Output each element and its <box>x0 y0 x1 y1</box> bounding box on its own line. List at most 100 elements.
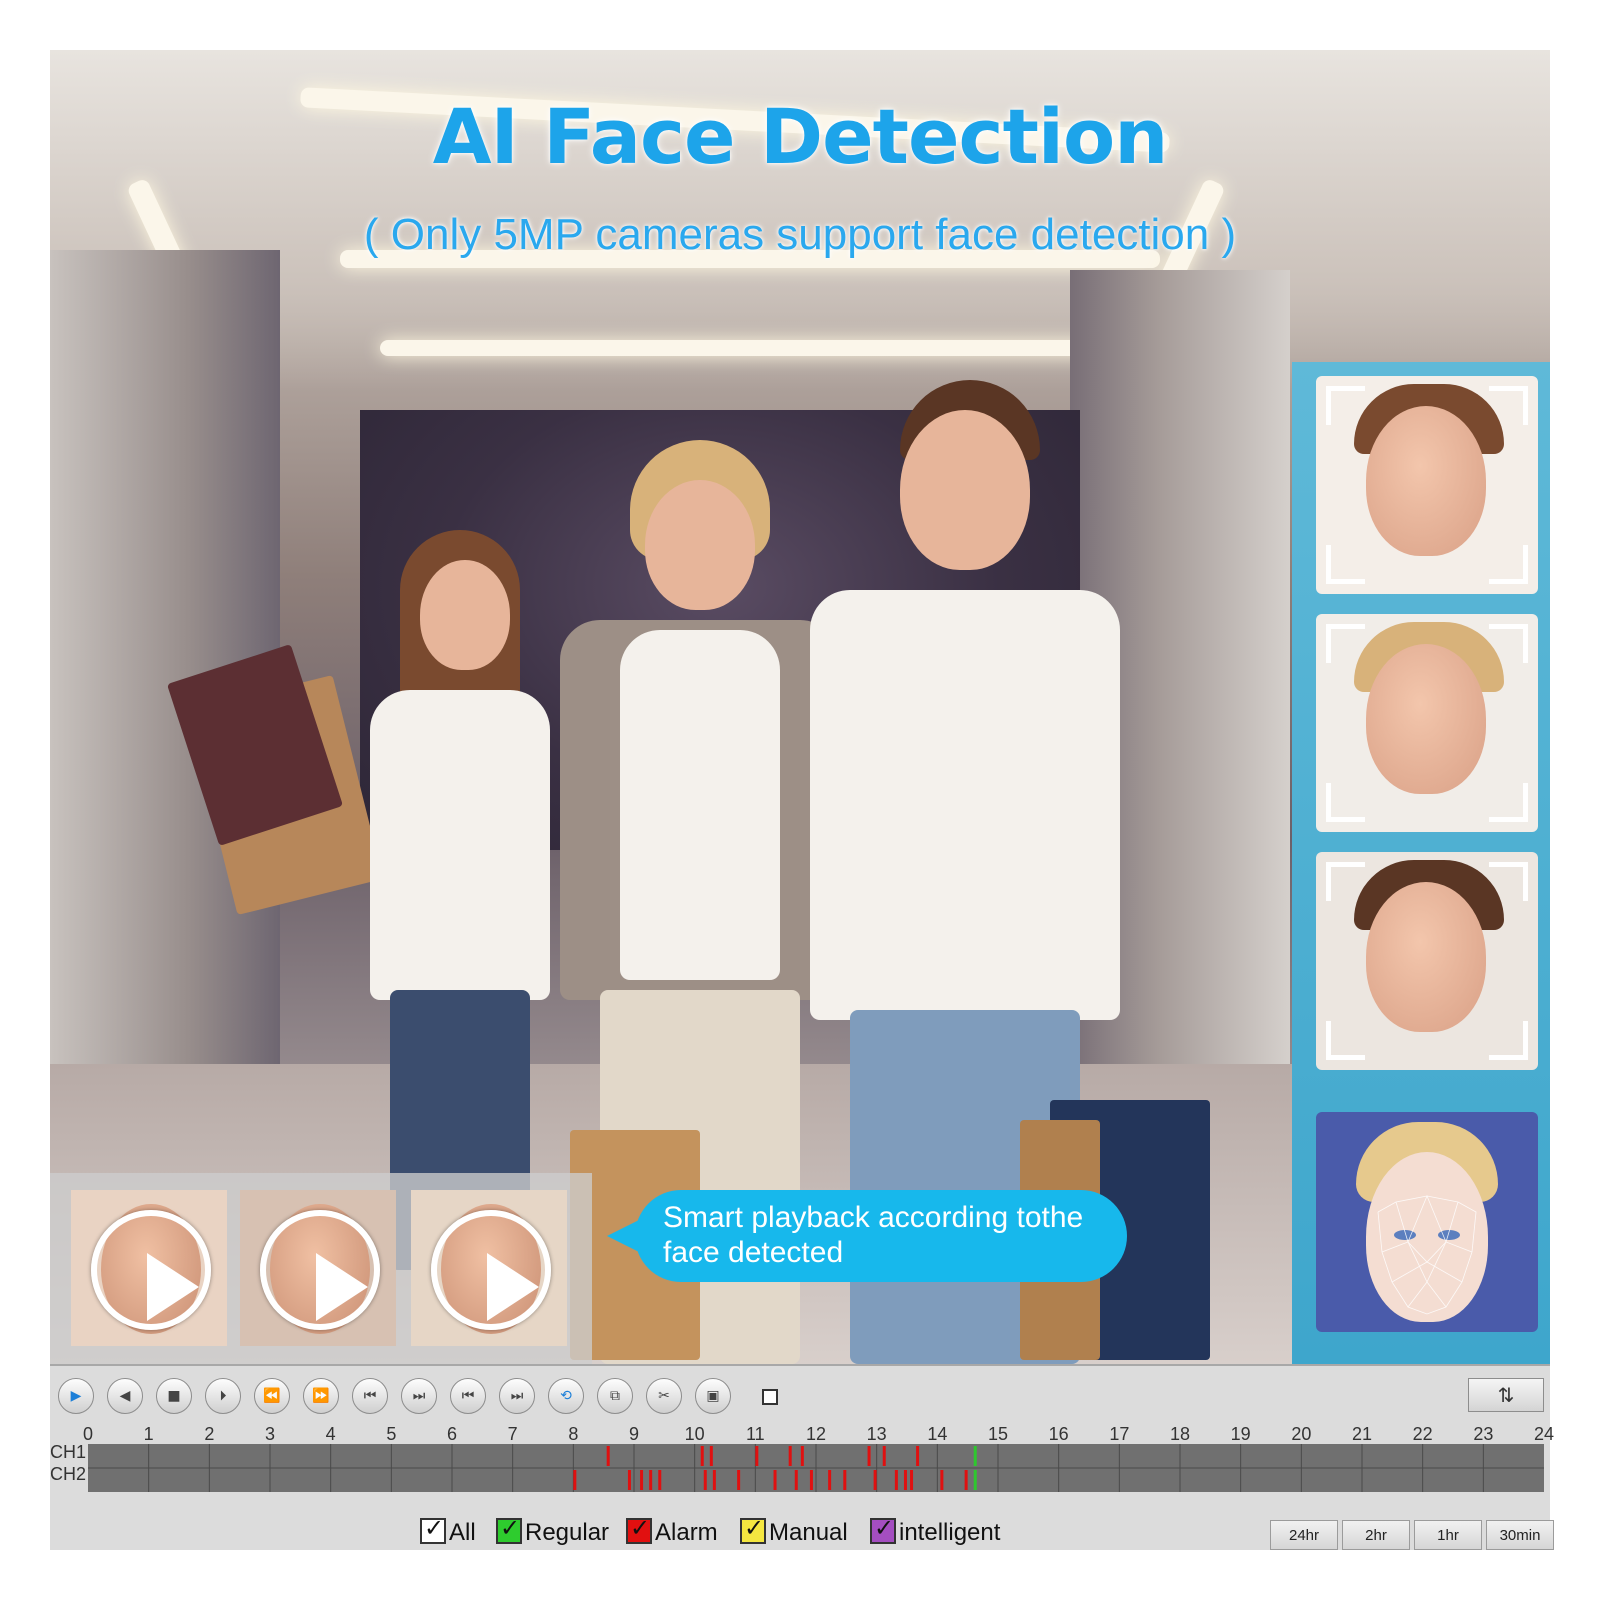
recording-timeline[interactable] <box>88 1444 1544 1492</box>
skip-forward-icon: ⏭ <box>510 1388 524 1404</box>
legend-all[interactable]: All <box>420 1514 476 1547</box>
hour-tick-label: 1 <box>143 1424 154 1444</box>
record-event-alarm <box>712 1470 716 1490</box>
checkbox-icon[interactable] <box>626 1514 652 1544</box>
frame-back-icon: ⏮ <box>363 1388 377 1404</box>
focus-corner-icon <box>1489 545 1528 584</box>
thumbnail-woman-clip[interactable] <box>411 1190 567 1346</box>
fast-forward-button[interactable]: ⏩ <box>303 1378 339 1414</box>
copy-icon: ⧉ <box>610 1388 620 1404</box>
checkbox-icon[interactable] <box>496 1514 522 1544</box>
reverse-play-icon: ◀ <box>119 1388 131 1404</box>
hour-tick-label: 17 <box>1109 1424 1130 1444</box>
focus-corner-icon <box>1489 1021 1528 1060</box>
zoom-2hr-button[interactable]: 2hr <box>1342 1520 1410 1550</box>
page-subtitle: ( Only 5MP cameras support face detectio… <box>363 210 1237 259</box>
record-event-alarm <box>700 1446 704 1466</box>
zoom-30min-button[interactable]: 30min <box>1486 1520 1554 1550</box>
record-event-alarm <box>800 1446 804 1466</box>
record-event-regular <box>973 1470 977 1490</box>
play-icon[interactable] <box>260 1210 380 1330</box>
record-event-alarm <box>867 1446 871 1466</box>
hour-tick-label: 12 <box>805 1424 827 1444</box>
record-event-alarm <box>809 1470 813 1490</box>
pause-step-icon: ⏵ <box>219 1388 227 1404</box>
hour-tick-label: 23 <box>1473 1424 1494 1444</box>
record-event-alarm <box>640 1470 644 1490</box>
record-event-alarm <box>773 1470 777 1490</box>
focus-corner-icon <box>1326 783 1365 822</box>
record-event-alarm <box>755 1446 759 1466</box>
record-event-alarm <box>873 1470 877 1490</box>
hour-tick-label: 11 <box>745 1424 765 1444</box>
record-event-alarm <box>627 1470 631 1490</box>
thumbnail-girl-clip[interactable] <box>71 1190 227 1346</box>
legend-label: Manual <box>769 1519 848 1546</box>
detected-face-woman[interactable] <box>1316 614 1538 832</box>
record-event-regular <box>973 1446 977 1466</box>
face-mesh-icon <box>1377 1194 1477 1315</box>
focus-corner-icon <box>1326 862 1365 901</box>
record-event-alarm <box>794 1470 798 1490</box>
frame-forward-icon: ⏭ <box>412 1388 426 1404</box>
record-event-alarm <box>894 1470 898 1490</box>
checkbox-icon[interactable] <box>870 1514 896 1544</box>
frame-back-button[interactable]: ⏮ <box>352 1378 388 1414</box>
focus-corner-icon <box>1489 862 1528 901</box>
skip-forward-button[interactable]: ⏭ <box>499 1378 535 1414</box>
record-event-alarm <box>843 1470 847 1490</box>
detected-face-man[interactable] <box>1316 852 1538 1070</box>
hour-tick-label: 7 <box>507 1424 518 1444</box>
stop-button[interactable]: ■ <box>156 1378 192 1414</box>
hour-tick-label: 8 <box>568 1424 579 1444</box>
record-event-alarm <box>788 1446 792 1466</box>
record-event-alarm <box>658 1470 662 1490</box>
legend-manual[interactable]: Manual <box>740 1514 848 1547</box>
stop-icon: ■ <box>167 1388 181 1404</box>
rewind-icon: ⏪ <box>263 1388 281 1404</box>
play-button[interactable]: ▶ <box>58 1378 94 1414</box>
face-mesh-illustration <box>1316 1112 1538 1332</box>
play-icon[interactable] <box>431 1210 551 1330</box>
checkbox-icon[interactable] <box>420 1514 446 1544</box>
legend-intelligent[interactable]: intelligent <box>870 1514 1000 1547</box>
clip-cut-button[interactable]: ✂ <box>646 1378 682 1414</box>
detected-face-girl[interactable] <box>1316 376 1538 594</box>
record-event-alarm <box>737 1470 741 1490</box>
checkbox-icon[interactable] <box>740 1514 766 1544</box>
focus-corner-icon <box>1326 1021 1365 1060</box>
legend-alarm[interactable]: Alarm <box>626 1514 718 1547</box>
legend-regular[interactable]: Regular <box>496 1514 609 1547</box>
play-icon[interactable] <box>91 1210 211 1330</box>
pause-step-button[interactable]: ⏵ <box>205 1378 241 1414</box>
channel-label: CH2 <box>50 1464 87 1484</box>
frame-forward-button[interactable]: ⏭ <box>401 1378 437 1414</box>
hour-tick-label: 3 <box>264 1424 275 1444</box>
hour-tick-label: 5 <box>386 1424 397 1444</box>
hour-tick-label: 13 <box>866 1424 887 1444</box>
thumbnail-man-clip[interactable] <box>240 1190 396 1346</box>
hour-tick-label: 21 <box>1351 1424 1373 1444</box>
rewind-button[interactable]: ⏪ <box>254 1378 290 1414</box>
copy-button[interactable]: ⧉ <box>597 1378 633 1414</box>
hour-tick-label: 16 <box>1048 1424 1069 1444</box>
focus-corner-icon <box>1489 624 1528 663</box>
hour-tick-label: 9 <box>628 1424 639 1444</box>
loop-button[interactable]: ⟲ <box>548 1378 584 1414</box>
timeline-chart[interactable] <box>88 1444 1544 1492</box>
play-icon: ▶ <box>70 1388 82 1404</box>
callout-line-2: face detected <box>663 1236 844 1269</box>
save-button[interactable]: ▣ <box>695 1378 731 1414</box>
record-event-alarm <box>916 1446 920 1466</box>
swap-view-button[interactable]: ⇅ <box>1468 1378 1544 1412</box>
reverse-play-button[interactable]: ◀ <box>107 1378 143 1414</box>
record-event-alarm <box>828 1470 832 1490</box>
focus-corner-icon <box>1326 624 1365 663</box>
record-event-alarm <box>703 1470 707 1490</box>
zoom-1hr-button[interactable]: 1hr <box>1414 1520 1482 1550</box>
skip-back-button[interactable]: ⏮ <box>450 1378 486 1414</box>
zoom-24hr-button[interactable]: 24hr <box>1270 1520 1338 1550</box>
playback-thumbnails <box>50 1173 592 1364</box>
sync-playback-checkbox[interactable] <box>762 1389 778 1405</box>
record-event-alarm <box>964 1470 968 1490</box>
